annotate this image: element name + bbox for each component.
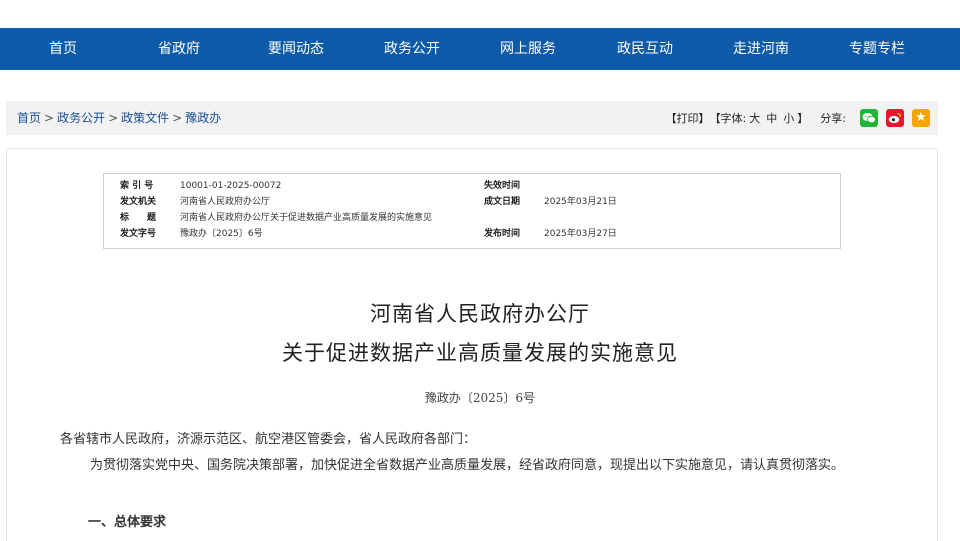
favorite-star-icon[interactable]: ★	[912, 109, 930, 127]
breadcrumb-separator: >	[172, 111, 183, 125]
title-label: 标 题	[120, 213, 157, 223]
meta-row: 发文字号 豫政办〔2025〕6号 发布时间 2025年03月27日	[104, 227, 840, 242]
nav-about-henan[interactable]: 走进河南	[711, 28, 811, 70]
share-label: 分享:	[820, 112, 846, 125]
article-salutation: 各省辖市人民政府，济源示范区、航空港区管委会，省人民政府各部门：	[60, 432, 477, 447]
wechat-share-icon[interactable]	[860, 109, 878, 127]
index-number-value: 10001-01-2025-00072	[180, 181, 282, 191]
meta-row: 索 引 号 10001-01-2025-00072 失效时间	[104, 179, 840, 194]
font-large-button[interactable]: 大	[749, 110, 760, 126]
meta-row: 标 题 河南省人民政府办公厅关于促进数据产业高质量发展的实施意见	[104, 211, 840, 226]
weibo-share-icon[interactable]	[886, 109, 904, 127]
nav-province-government[interactable]: 省政府	[129, 28, 229, 70]
article-paragraph: 为贯彻落实党中央、国务院决策部署，加快促进全省数据产业高质量发展，经省政府同意，…	[90, 458, 845, 473]
font-size-close: 】	[797, 112, 809, 125]
expiry-time-label: 失效时间	[484, 181, 521, 191]
font-size-label: 【字体:	[709, 112, 747, 125]
page-tools: 【打印】 【字体: 大 中 小 】 分享: ★	[666, 101, 930, 135]
written-date-value: 2025年03月21日	[544, 197, 617, 207]
breadcrumb-separator: >	[44, 111, 55, 125]
breadcrumb-bar: 首页 > 政务公开 > 政策文件 > 豫政办 【打印】 【字体: 大 中 小 】 分享: ★	[6, 101, 938, 135]
breadcrumb-yuzhengban[interactable]: 豫政办	[185, 111, 221, 125]
article-section-heading: 一、总体要求	[88, 515, 167, 530]
font-medium-button[interactable]: 中	[766, 110, 777, 126]
written-date-label: 成文日期	[484, 197, 521, 207]
top-strip	[0, 0, 960, 28]
article-doc-number: 豫政办〔2025〕6号	[424, 391, 536, 405]
nav-online-services[interactable]: 网上服务	[478, 28, 578, 70]
breadcrumb-home[interactable]: 首页	[17, 111, 41, 125]
nav-news[interactable]: 要闻动态	[246, 28, 346, 70]
issuer-value: 河南省人民政府办公厅	[180, 197, 271, 207]
meta-row: 发文机关 河南省人民政府办公厅 成文日期 2025年03月21日	[104, 195, 840, 210]
breadcrumb: 首页 > 政务公开 > 政策文件 > 豫政办	[17, 101, 221, 135]
main-nav: 首页 省政府 要闻动态 政务公开 网上服务 政民互动 走进河南 专题专栏	[0, 28, 960, 70]
breadcrumb-separator: >	[108, 111, 119, 125]
print-button[interactable]: 【打印】	[666, 110, 710, 126]
breadcrumb-government-affairs[interactable]: 政务公开	[57, 111, 105, 125]
article-title-line1: 河南省人民政府办公厅	[370, 302, 590, 326]
document-number-value: 豫政办〔2025〕6号	[180, 229, 263, 239]
publish-time-label: 发布时间	[484, 229, 521, 239]
nav-home[interactable]: 首页	[13, 28, 113, 70]
nav-special-topics[interactable]: 专题专栏	[827, 28, 927, 70]
font-small-button[interactable]: 小	[783, 110, 794, 126]
issuer-label: 发文机关	[120, 197, 157, 207]
article-title-line2: 关于促进数据产业高质量发展的实施意见	[282, 341, 678, 365]
nav-government-affairs[interactable]: 政务公开	[362, 28, 462, 70]
publish-time-value: 2025年03月27日	[544, 229, 617, 239]
title-value: 河南省人民政府办公厅关于促进数据产业高质量发展的实施意见	[180, 213, 433, 223]
document-metadata-table: 索 引 号 10001-01-2025-00072 失效时间 发文机关 河南省人…	[103, 173, 841, 249]
breadcrumb-policy-documents[interactable]: 政策文件	[121, 111, 169, 125]
document-number-label: 发文字号	[120, 229, 157, 239]
index-number-label: 索 引 号	[120, 181, 154, 191]
nav-interaction[interactable]: 政民互动	[595, 28, 695, 70]
